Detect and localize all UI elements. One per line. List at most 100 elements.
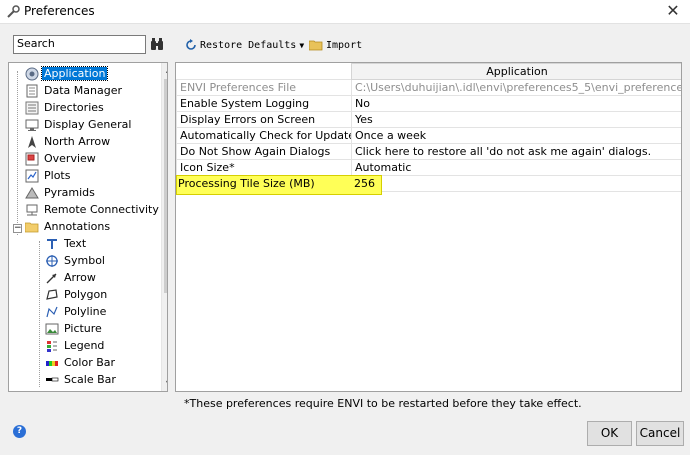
tree-item-polyline[interactable]: Polyline [45, 303, 108, 320]
tree-item-label: Text [64, 237, 87, 250]
cancel-button[interactable]: Cancel [636, 421, 684, 446]
tree-item-label: Remote Connectivity [44, 203, 159, 216]
tree-item-label: Application [40, 66, 109, 81]
grid-key: Enable System Logging [176, 95, 352, 112]
grid-row[interactable]: Display Errors on Screen Yes [176, 111, 681, 128]
directories-icon [25, 101, 39, 114]
tree-item-label: North Arrow [44, 135, 111, 148]
tree-item-label: Data Manager [44, 84, 122, 97]
polygon-icon [46, 288, 58, 300]
tree-item-scale-bar[interactable]: Scale Bar [45, 371, 118, 388]
grid-row: ENVI Preferences File C:\Users\duhuijian… [176, 79, 681, 96]
tree-item-data-manager[interactable]: Data Manager [25, 82, 124, 99]
ok-button[interactable]: OK [587, 421, 632, 446]
grid-value[interactable]: Automatic [351, 159, 681, 176]
tree-item-label: Symbol [64, 254, 105, 267]
import-label: Import [326, 39, 363, 51]
tree-item-polygon[interactable]: Polygon [45, 286, 109, 303]
scroll-down-icon[interactable]: ▼ [162, 377, 167, 391]
tree-item-arrow[interactable]: Arrow [45, 269, 98, 286]
binoculars-icon[interactable] [150, 37, 164, 51]
tree-item-annotations[interactable]: Annotations [25, 218, 112, 235]
tree-item-label: Pyramids [44, 186, 95, 199]
folder-icon [309, 40, 323, 51]
import-button[interactable]: Import [309, 37, 362, 53]
grid-row[interactable]: Do Not Show Again Dialogs Click here to … [176, 143, 681, 160]
tree-item-label: Plots [44, 169, 71, 182]
tree-guide-line [39, 241, 40, 387]
tree-guide-line [17, 71, 18, 235]
wrench-icon [7, 5, 20, 18]
property-grid[interactable]: Application ENVI Preferences File C:\Use… [175, 62, 682, 392]
grid-row[interactable]: Enable System Logging No [176, 95, 681, 112]
grid-value-placeholder[interactable] [351, 175, 681, 192]
restore-defaults-label: Restore Defaults [200, 39, 297, 51]
tree-item-legend[interactable]: Legend [45, 337, 106, 354]
polyline-icon [46, 306, 58, 317]
tree-item-label: Annotations [44, 220, 111, 233]
grid-key: ENVI Preferences File [176, 79, 352, 96]
text-annotation-icon [47, 238, 57, 249]
data-manager-icon [26, 84, 38, 97]
tree-item-north-arrow[interactable]: North Arrow [25, 133, 112, 150]
tree-item-label: Polygon [64, 288, 108, 301]
tree-item-label: Picture [64, 322, 102, 335]
grid-value[interactable]: Click here to restore all 'do not ask me… [351, 143, 681, 160]
grid-value[interactable]: Once a week [351, 127, 681, 144]
pyramids-icon [25, 186, 39, 198]
dropdown-arrow-icon[interactable]: ▼ [299, 41, 304, 50]
picture-icon [45, 323, 59, 334]
grid-value: C:\Users\duhuijian\.idl\envi\preferences… [351, 79, 681, 96]
grid-key: Do Not Show Again Dialogs [176, 143, 352, 160]
tree-item-label: Polyline [64, 305, 107, 318]
grid-row[interactable]: Icon Size* Automatic [176, 159, 681, 176]
window-title: Preferences [24, 4, 95, 18]
restore-defaults-button[interactable]: Restore Defaults ▼ [185, 37, 304, 53]
north-arrow-icon [28, 135, 36, 148]
tree-item-application[interactable]: Application [25, 65, 109, 82]
grid-key: Automatically Check for Updates [176, 127, 352, 144]
overview-icon [25, 152, 39, 165]
tree-item-overview[interactable]: Overview [25, 150, 98, 167]
tree-item-label: Scale Bar [64, 373, 116, 386]
grid-header: Application [351, 63, 681, 80]
grid-value[interactable]: Yes [351, 111, 681, 128]
help-icon[interactable]: ? [13, 425, 26, 438]
tree-item-symbol[interactable]: Symbol [45, 252, 107, 269]
symbol-icon [46, 254, 58, 267]
processing-tile-size-value[interactable]: 256 [354, 177, 375, 190]
tree-item-remote-connectivity[interactable]: Remote Connectivity [25, 201, 161, 218]
tree-item-plots[interactable]: Plots [25, 167, 72, 184]
tree-item-label: Directories [44, 101, 104, 114]
tree-item-display-general[interactable]: Display General [25, 116, 133, 133]
tree-item-text[interactable]: Text [45, 235, 88, 252]
tree-item-color-bar[interactable]: Color Bar [45, 354, 117, 371]
grid-key: Display Errors on Screen [176, 111, 352, 128]
display-general-icon [25, 119, 39, 131]
collapse-toggle[interactable]: − [13, 224, 22, 233]
plots-icon [25, 169, 39, 182]
tree-item-label: Overview [44, 152, 96, 165]
scroll-thumb[interactable] [164, 79, 167, 293]
processing-tile-size-label: Processing Tile Size (MB) [178, 177, 315, 190]
restart-footnote: *These preferences require ENVI to be re… [184, 397, 582, 410]
scale-bar-icon [46, 377, 59, 381]
tree-item-directories[interactable]: Directories [25, 99, 106, 116]
grid-header-blank [176, 63, 352, 80]
preferences-tree[interactable]: − Application Data Manager Directories D… [8, 62, 168, 392]
grid-value[interactable]: No [351, 95, 681, 112]
restore-icon [186, 39, 196, 50]
search-input[interactable]: Search [13, 35, 146, 54]
tree-item-picture[interactable]: Picture [45, 320, 104, 337]
legend-icon [47, 340, 57, 352]
scroll-up-icon[interactable]: ▲ [162, 63, 167, 77]
tree-item-label: Legend [64, 339, 105, 352]
arrow-annotation-icon [46, 273, 57, 283]
application-icon [25, 67, 39, 80]
tree-item-pyramids[interactable]: Pyramids [25, 184, 97, 201]
grid-row[interactable]: Automatically Check for Updates Once a w… [176, 127, 681, 144]
close-button[interactable]: ✕ [664, 2, 682, 20]
tree-item-label: Arrow [64, 271, 96, 284]
tree-scrollbar[interactable]: ▲ ▼ [161, 63, 167, 391]
folder-icon [25, 222, 39, 232]
